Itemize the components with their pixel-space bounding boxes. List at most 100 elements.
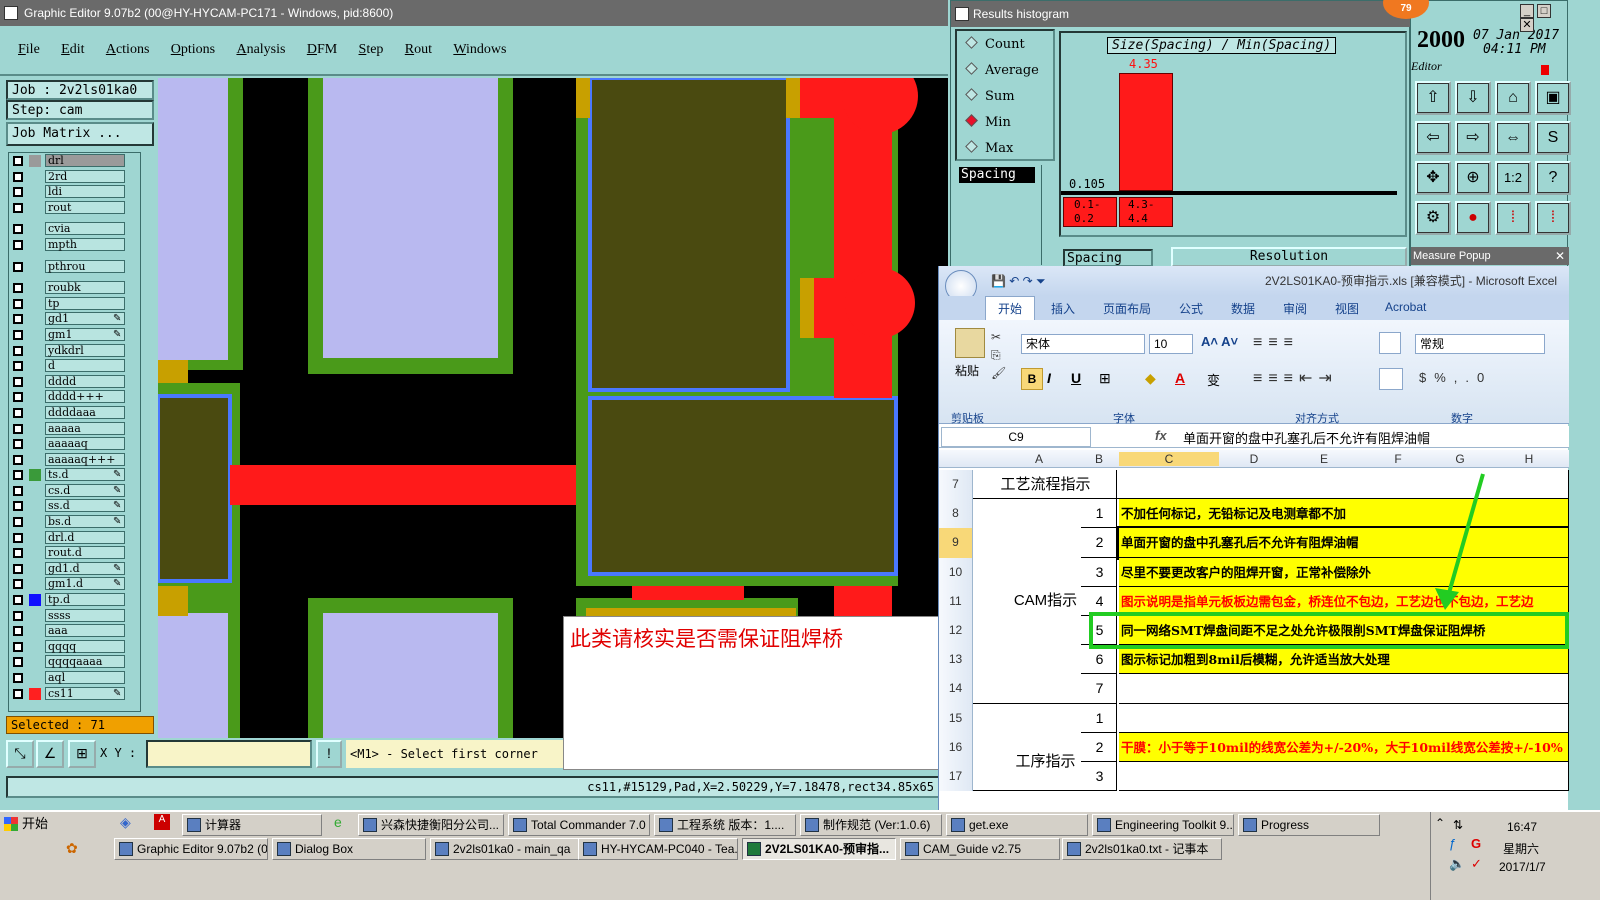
layer-checkbox[interactable] — [13, 610, 23, 621]
row-header[interactable]: 14 — [939, 674, 973, 704]
layer-checkbox[interactable] — [13, 361, 23, 372]
layer-checkbox[interactable] — [13, 187, 23, 198]
layer-row[interactable]: drl.d — [9, 530, 151, 546]
snap-button[interactable]: S — [1535, 121, 1571, 155]
layer-checkbox[interactable] — [13, 454, 23, 465]
layer-name[interactable]: roubk — [45, 281, 125, 295]
layer-list-scrollbar[interactable] — [140, 152, 152, 712]
mode-max[interactable]: Max — [965, 140, 1013, 156]
layer-checkbox[interactable] — [13, 563, 23, 574]
layer-name[interactable]: tp.d — [45, 593, 125, 607]
close-icon[interactable]: ✕ — [1520, 18, 1534, 32]
mode-average[interactable]: Average — [965, 62, 1039, 78]
frame-button[interactable]: ▣ — [1535, 81, 1571, 115]
align-horizontal-icons[interactable]: ≡≡≡⇤⇥ — [1253, 368, 1338, 388]
layer-row[interactable]: dddd — [9, 374, 151, 390]
job-matrix-button[interactable]: Job Matrix ... — [6, 122, 154, 146]
number-format-icons[interactable]: $%,.0 — [1419, 370, 1492, 385]
layer-name[interactable]: aaaaaq — [45, 437, 125, 451]
col-e[interactable]: E — [1289, 452, 1359, 466]
layer-checkbox[interactable] — [13, 532, 23, 543]
menu-step[interactable]: Step — [359, 42, 384, 58]
layer-row[interactable]: rout.d — [9, 545, 151, 561]
layer-row[interactable]: d — [9, 358, 151, 374]
layer-checkbox[interactable] — [13, 314, 23, 325]
quick-access-icon[interactable]: 💾 ↶ ↷ ⏷ — [991, 266, 1046, 296]
phonetic-icon[interactable]: 变 — [1207, 370, 1220, 389]
tab-home[interactable]: 开始 — [985, 296, 1036, 320]
layer-checkbox[interactable] — [13, 283, 23, 294]
instruction-cell[interactable] — [1119, 674, 1569, 704]
layer-checkbox[interactable] — [13, 171, 23, 182]
layer-checkbox[interactable] — [13, 485, 23, 496]
layer-name[interactable]: rout — [45, 200, 125, 214]
layer-checkbox[interactable] — [13, 517, 23, 528]
index-cell[interactable]: 3 — [1081, 762, 1117, 792]
paste-icon[interactable] — [955, 328, 985, 358]
tools-button[interactable]: ⚙ — [1415, 201, 1451, 235]
taskbar-button[interactable]: 2V2LS01KA0-预审指... — [742, 838, 896, 860]
center-button[interactable]: ⊕ — [1455, 161, 1491, 195]
sheet-grid[interactable]: 7 8 9 10 11 12 13 14 15 16 17 工艺流程指示 CAM指示 工序指示 1 不加任何标… — [939, 470, 1569, 810]
layer-name[interactable]: pthrou — [45, 259, 125, 273]
layer-row[interactable]: dddd+++ — [9, 389, 151, 405]
layer-name[interactable]: ydkdrl — [45, 343, 125, 357]
layer-name[interactable]: d — [45, 359, 125, 373]
layer-row[interactable]: qqqq — [9, 639, 151, 655]
layer-checkbox[interactable] — [13, 501, 23, 512]
layer-name[interactable]: dddd — [45, 374, 125, 388]
layer-row[interactable]: ydkdrl — [9, 343, 151, 359]
bin-button[interactable]: 4.3- 4.4 — [1119, 197, 1173, 227]
zoom-area-button[interactable]: ⤡ — [6, 740, 34, 768]
clock-time[interactable]: 16:47 — [1507, 820, 1537, 834]
layer-name[interactable]: aaaaa — [45, 421, 125, 435]
help-button[interactable]: ? — [1535, 161, 1571, 195]
layer-name[interactable]: cvia — [45, 222, 125, 236]
menu-actions[interactable]: Actions — [106, 42, 150, 58]
tab-page-layout[interactable]: 页面布局 — [1103, 300, 1151, 317]
tab-formulas[interactable]: 公式 — [1179, 300, 1203, 317]
layer-checkbox[interactable] — [13, 376, 23, 387]
mode-count[interactable]: Count — [965, 36, 1025, 52]
layer-name[interactable]: ssss — [45, 608, 125, 622]
taskbar-button[interactable]: Dialog Box — [272, 838, 426, 860]
layer-row[interactable]: qqqqaaaa — [9, 654, 151, 670]
graphic-editor-titlebar[interactable]: Graphic Editor 9.07b2 (00@HY-HYCAM-PC171… — [0, 0, 948, 26]
layer-checkbox[interactable] — [13, 595, 23, 606]
layer-name[interactable]: aaaaaq+++ — [45, 452, 125, 466]
layer-row[interactable]: 2rd — [9, 169, 151, 185]
measure-list-scrollbar[interactable] — [1041, 165, 1053, 265]
italic-icon[interactable]: I — [1047, 370, 1051, 386]
layer-checkbox[interactable] — [13, 673, 23, 683]
menu-analysis[interactable]: Analysis — [236, 42, 285, 58]
layer-row[interactable]: aaaaa — [9, 421, 151, 437]
menu-windows[interactable]: Windows — [453, 42, 506, 58]
net-button[interactable]: ⁞ — [1495, 201, 1531, 235]
name-box[interactable]: C9 — [941, 427, 1091, 447]
layer-name[interactable]: 2rd — [45, 169, 125, 183]
layer-checkbox[interactable] — [13, 439, 23, 450]
tab-insert[interactable]: 插入 — [1051, 300, 1075, 317]
layer-name[interactable]: drl.d — [45, 530, 125, 544]
taskbar-button[interactable]: 兴森快捷衡阳分公司... — [358, 814, 504, 836]
layer-row[interactable]: mpth — [9, 237, 151, 253]
xy-input[interactable] — [146, 740, 312, 768]
layer-name[interactable]: tp — [45, 296, 125, 310]
fill-color-icon[interactable]: ◆ — [1145, 370, 1156, 387]
info-button[interactable]: ! — [316, 740, 342, 768]
layer-name[interactable]: drl — [45, 154, 125, 167]
taskbar-button[interactable]: HY-HYCAM-PC040 - Tea... — [578, 838, 738, 860]
measure-button[interactable]: ∠ — [36, 740, 64, 768]
layer-checkbox[interactable] — [13, 548, 23, 559]
g-tray-icon[interactable]: G — [1471, 836, 1481, 851]
font-size-select[interactable]: 10 — [1149, 334, 1193, 354]
layer-checkbox[interactable] — [13, 657, 23, 668]
move-up-button[interactable]: ⇧ — [1415, 81, 1451, 115]
wrap-text-icon[interactable] — [1379, 332, 1401, 354]
menu-dfm[interactable]: DFM — [307, 42, 337, 58]
tab-acrobat[interactable]: Acrobat — [1385, 300, 1426, 314]
menu-edit[interactable]: Edit — [61, 42, 84, 58]
histogram-titlebar[interactable]: Results histogram — [951, 1, 1411, 27]
layer-name[interactable]: ldi — [45, 185, 125, 199]
taskbar-button[interactable]: 工程系统 版本：1.... — [654, 814, 796, 836]
